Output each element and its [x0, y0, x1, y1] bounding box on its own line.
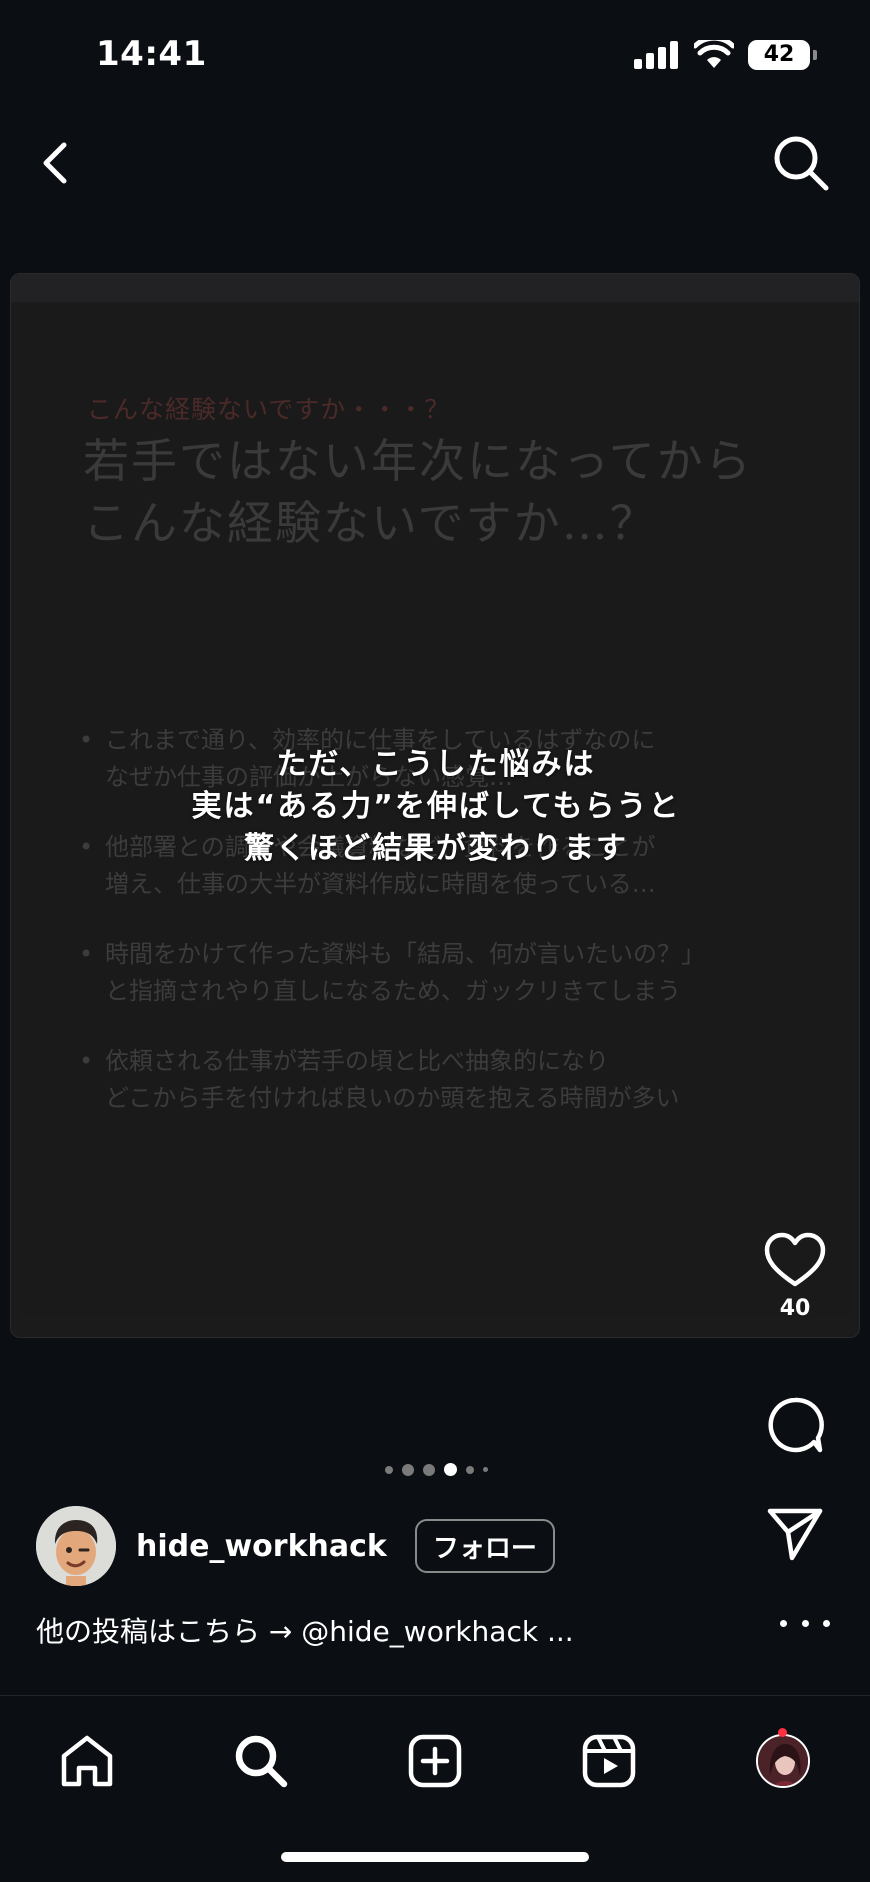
slide-bullet: 時間をかけて作った資料も「結局、何が言いたいの？」 と指摘されやり直しになるため…: [79, 936, 819, 1010]
create-post-icon: [408, 1734, 462, 1788]
like-action: 40: [756, 1232, 834, 1321]
bullet-line: と指摘されやり直しになるため、ガックリきてしまう: [105, 977, 681, 1005]
carousel-dot: [466, 1465, 474, 1474]
tab-search[interactable]: [226, 1726, 296, 1796]
status-icons: 42: [634, 40, 817, 70]
share-action: [756, 1506, 834, 1562]
author-row: hide_workhack フォロー: [36, 1506, 555, 1586]
more-dot: [801, 1619, 809, 1627]
status-time: 14:41: [96, 34, 207, 74]
slide-title: 若手ではない年次になってから こんな経験ないですか…？: [83, 430, 843, 554]
carousel-dot: [385, 1465, 393, 1474]
profile-avatar: [756, 1734, 810, 1788]
heart-icon[interactable]: [764, 1232, 826, 1288]
back-chevron-icon: [43, 142, 67, 184]
reels-icon: [582, 1734, 636, 1788]
slide-kicker: こんな経験ないですか・・・？: [87, 395, 451, 424]
wifi-icon: [694, 40, 734, 68]
avatar[interactable]: [36, 1506, 116, 1586]
bullet-line: 時間をかけて作った資料も「結局、何が言いたいの？」: [105, 940, 705, 968]
carousel-dot: [402, 1463, 414, 1476]
comment-action: [756, 1396, 834, 1454]
carousel-dot: [483, 1467, 488, 1472]
tab-create[interactable]: [400, 1726, 470, 1796]
overlay-caption-line: 実は“ある力”を伸ばしてもらうと: [191, 789, 681, 824]
slide-top-strip: [11, 274, 859, 302]
search-icon: [774, 136, 829, 191]
more-options-button[interactable]: [780, 1608, 830, 1638]
tab-home[interactable]: [52, 1726, 122, 1796]
back-button[interactable]: [30, 133, 90, 193]
search-icon: [235, 1735, 288, 1788]
post-media[interactable]: こんな経験ないですか・・・？ 若手ではない年次になってから こんな経験ないですか…: [10, 273, 860, 1338]
post-caption[interactable]: 他の投稿はこちら → @hide_workhack ...: [36, 1610, 574, 1650]
home-indicator: [281, 1852, 589, 1862]
overlay-caption-line: ただ、こうした悩みは: [276, 747, 596, 782]
more-dot: [780, 1619, 787, 1627]
bullet-line: 依頼される仕事が若手の頃と比べ抽象的になり: [105, 1047, 609, 1075]
notification-dot: [778, 1728, 787, 1737]
status-bar: 14:41 42: [0, 0, 870, 110]
slide-bullet: 依頼される仕事が若手の頃と比べ抽象的になり どこから手を付ければ良いのか頭を抱え…: [79, 1043, 819, 1117]
username[interactable]: hide_workhack: [136, 1529, 387, 1564]
follow-button[interactable]: フォロー: [414, 1519, 555, 1573]
signal-icon: [634, 41, 678, 69]
overlay-caption-line: 驚くほど結果が変わります: [244, 831, 628, 866]
memoji-avatar-icon: [36, 1506, 116, 1586]
carousel-indicator: [385, 1463, 488, 1476]
slide-title-line: こんな経験ないですか…？: [83, 496, 658, 550]
carousel-dot-active: [444, 1463, 457, 1476]
bullet-line: 増え、仕事の大半が資料作成に時間を使っている…: [105, 870, 656, 898]
search-button[interactable]: [768, 130, 834, 196]
tab-reels[interactable]: [574, 1726, 644, 1796]
more-dot: [823, 1619, 830, 1627]
carousel-dot: [423, 1463, 435, 1476]
comment-icon[interactable]: [766, 1396, 824, 1454]
home-icon: [61, 1735, 113, 1787]
slide-title-line: 若手ではない年次になってから: [83, 434, 753, 488]
overlay-caption: ただ、こうした悩みは 実は“ある力”を伸ばしてもらうと 驚くほど結果が変わります: [11, 744, 859, 870]
top-nav: [0, 115, 870, 215]
battery-icon: 42: [748, 40, 817, 70]
share-icon[interactable]: [766, 1506, 824, 1562]
bullet-line: どこから手を付ければ良いのか頭を抱える時間が多い: [105, 1084, 680, 1112]
profile-photo-icon: [758, 1736, 808, 1786]
like-count[interactable]: 40: [780, 1296, 811, 1321]
